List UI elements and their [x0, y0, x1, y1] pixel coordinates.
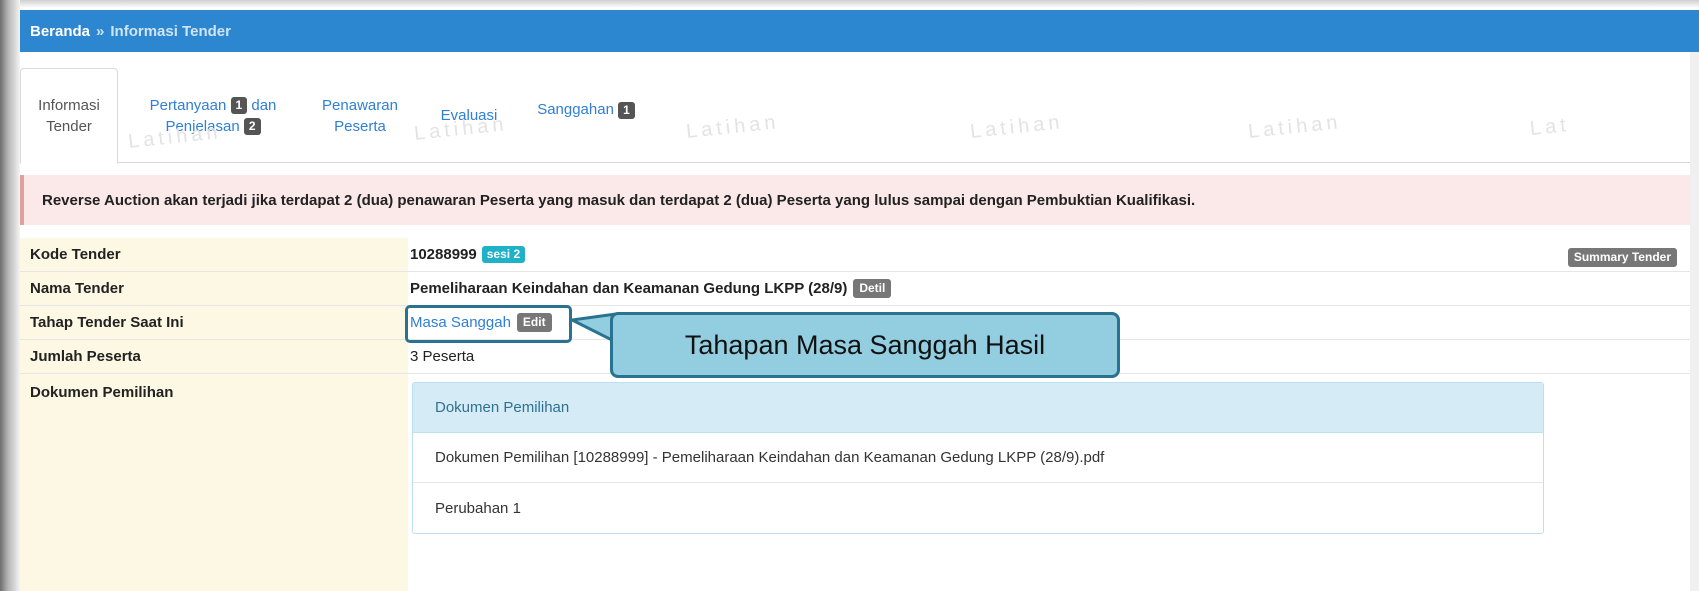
nama-tender-value: Pemeliharaan Keindahan dan Keamanan Gedu…: [410, 280, 848, 297]
frame-shadow-left: [0, 0, 20, 591]
jumlah-peserta-label: Jumlah Peserta: [20, 340, 408, 373]
summary-tender-button[interactable]: Summary Tender: [1567, 248, 1677, 267]
reverse-auction-alert: Reverse Auction akan terjadi jika terdap…: [20, 175, 1699, 225]
tab-evaluasi[interactable]: Evaluasi: [424, 68, 514, 163]
penjelasan-count-badge: 2: [243, 118, 261, 136]
sesi-badge: sesi 2: [481, 246, 526, 263]
tab-penawaran-line1: Penawaran: [322, 96, 398, 114]
breadcrumb-separator: »: [96, 22, 105, 40]
page-frame: Beranda » Informasi Tender Informasi Ten…: [0, 0, 1699, 591]
tab-informasi-line1: Informasi: [38, 97, 100, 114]
row-nama-tender: Nama Tender Pemeliharaan Keindahan dan K…: [20, 272, 1699, 306]
breadcrumb-home-link[interactable]: Beranda: [30, 23, 90, 40]
perubahan-link[interactable]: Perubahan 1: [413, 483, 1543, 533]
tab-penjelasan-label: Penjelasan: [165, 117, 240, 135]
pertanyaan-count-badge: 1: [230, 97, 248, 115]
tab-sanggahan[interactable]: Sanggahan 1: [524, 62, 648, 157]
watermark-text: Latihan: [1247, 111, 1343, 143]
kode-tender-value: 10288999: [410, 246, 477, 263]
breadcrumb: Beranda » Informasi Tender: [20, 10, 1699, 52]
breadcrumb-current: Informasi Tender: [110, 22, 231, 40]
tab-informasi-tender[interactable]: Informasi Tender: [20, 68, 118, 164]
row-kode-tender: Kode Tender 10288999 sesi 2 Summary Tend…: [20, 238, 1699, 272]
tab-evaluasi-label: Evaluasi: [440, 107, 498, 124]
callout-text: Tahapan Masa Sanggah Hasil: [684, 329, 1046, 360]
tab-informasi-line2: Tender: [46, 118, 92, 135]
page-right-edge: [1690, 52, 1699, 591]
sanggahan-count-badge: 1: [618, 101, 635, 119]
tab-sanggahan-label: Sanggahan: [537, 101, 614, 118]
tab-dan-label: dan: [251, 96, 277, 114]
watermark-partial: Lat: [1528, 113, 1571, 141]
jumlah-peserta-value: 3 Peserta: [410, 348, 475, 365]
nama-tender-label: Nama Tender: [20, 272, 408, 305]
tab-pertanyaan-penjelasan[interactable]: Pertanyaan 1 dan Penjelasan 2: [124, 68, 302, 163]
watermark-text: Latihan: [969, 111, 1065, 143]
tab-bar: Informasi Tender Pertanyaan 1 dan Penjel…: [20, 68, 1699, 164]
tab-penawaran-peserta[interactable]: Penawaran Peserta: [306, 68, 414, 163]
masa-sanggah-highlight: [405, 305, 572, 343]
tab-penawaran-line2: Peserta: [334, 117, 386, 135]
dokumen-pemilihan-panel: Dokumen Pemilihan Dokumen Pemilihan [102…: [412, 382, 1544, 534]
detil-button[interactable]: Detil: [853, 279, 892, 298]
kode-tender-value-cell: 10288999 sesi 2: [410, 238, 1699, 271]
dokumen-pemilihan-label: Dokumen Pemilihan: [20, 374, 408, 591]
nama-tender-value-cell: Pemeliharaan Keindahan dan Keamanan Gedu…: [410, 272, 1699, 305]
tahap-tender-label: Tahap Tender Saat Ini: [20, 306, 408, 339]
kode-tender-label: Kode Tender: [20, 238, 408, 271]
tab-pertanyaan-label: Pertanyaan: [149, 96, 227, 114]
callout-annotation: Tahapan Masa Sanggah Hasil: [610, 312, 1120, 378]
alert-text: Reverse Auction akan terjadi jika terdap…: [42, 191, 1196, 209]
dokumen-panel-heading: Dokumen Pemilihan: [413, 383, 1543, 433]
dokumen-file-link[interactable]: Dokumen Pemilihan [10288999] - Pemelihar…: [413, 433, 1543, 483]
frame-shadow-top: [0, 0, 1699, 8]
watermark-text: Latihan: [685, 111, 781, 143]
